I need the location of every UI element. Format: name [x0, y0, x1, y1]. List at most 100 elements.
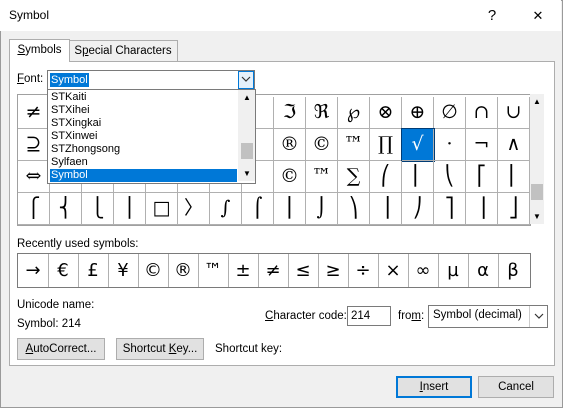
- symbol-cell[interactable]: ⎩: [82, 193, 114, 225]
- symbol-grid-scrollbar[interactable]: ▲ ▼: [530, 94, 544, 224]
- symbol-cell[interactable]: ⎝: [434, 161, 466, 193]
- recent-symbol-cell[interactable]: £: [78, 254, 109, 287]
- symbol-cell[interactable]: ⎧: [18, 193, 50, 225]
- symbol-cell[interactable]: ⎞: [338, 193, 370, 225]
- tab-special-characters[interactable]: Special Characters: [68, 40, 178, 61]
- recent-symbol-cell[interactable]: ÷: [348, 254, 379, 287]
- symbol-cell[interactable]: ∪: [498, 97, 530, 129]
- font-option[interactable]: Symbol: [50, 169, 237, 182]
- symbol-cell[interactable]: ⌡: [306, 193, 338, 225]
- font-option[interactable]: STZhongsong: [50, 143, 237, 156]
- symbol-cell[interactable]: ⎠: [402, 193, 434, 225]
- recent-symbol-cell[interactable]: ±: [228, 254, 259, 287]
- shortcut-key-button[interactable]: Shortcut Key...: [116, 338, 204, 360]
- symbol-cell[interactable]: ⎨: [50, 193, 82, 225]
- font-option[interactable]: STXinwei: [50, 130, 237, 143]
- symbol-cell[interactable]: ·: [434, 129, 466, 161]
- recent-symbol-cell[interactable]: µ: [438, 254, 469, 287]
- symbol-cell[interactable]: ®: [274, 129, 306, 161]
- recent-symbol-cell[interactable]: →: [18, 254, 49, 287]
- symbol-cell[interactable]: ⎟: [370, 193, 402, 225]
- cancel-button[interactable]: Cancel: [478, 376, 554, 398]
- symbol-cell[interactable]: ℜ: [306, 97, 338, 129]
- symbol-cell[interactable]: ⎜: [402, 161, 434, 193]
- symbol-cell[interactable]: ⊗: [370, 97, 402, 129]
- font-option[interactable]: STXingkai: [50, 117, 237, 130]
- recent-symbol-cell[interactable]: ¥: [108, 254, 139, 287]
- autocorrect-button[interactable]: AutoCorrect...: [17, 338, 105, 360]
- font-value[interactable]: Symbol: [50, 73, 89, 87]
- recent-symbol-cell[interactable]: ≤: [288, 254, 319, 287]
- symbol-cell[interactable]: ©: [274, 161, 306, 193]
- dialog-title: Symbol: [9, 8, 50, 22]
- insert-button[interactable]: Insert: [396, 376, 472, 398]
- recent-symbol-cell[interactable]: ≠: [258, 254, 289, 287]
- symbol-cell[interactable]: √: [401, 128, 435, 162]
- symbol-cell[interactable]: ⎪: [114, 193, 146, 225]
- symbol-cell[interactable]: ⎮: [274, 193, 306, 225]
- symbol-cell[interactable]: ∩: [466, 97, 498, 129]
- symbol-cell[interactable]: ⊕: [402, 97, 434, 129]
- symbol-cell[interactable]: 〉: [178, 193, 210, 225]
- character-code-input[interactable]: 214: [347, 306, 391, 326]
- chevron-down-icon[interactable]: [529, 306, 547, 327]
- font-option[interactable]: STKaiti: [50, 91, 237, 104]
- symbol-cell[interactable]: ⌠: [242, 193, 274, 225]
- symbol-cell[interactable]: ⎤: [434, 193, 466, 225]
- character-code-label: Character code:: [265, 310, 347, 322]
- scroll-down-icon[interactable]: ▼: [243, 169, 251, 178]
- scroll-thumb[interactable]: [531, 184, 543, 200]
- symbol-cell[interactable]: ⇔: [18, 161, 50, 193]
- symbol-cell[interactable]: ¬: [466, 129, 498, 161]
- symbol-cell[interactable]: ⎦: [498, 193, 530, 225]
- symbol-cell[interactable]: ⎛: [370, 161, 402, 193]
- recent-symbol-cell[interactable]: ®: [168, 254, 199, 287]
- font-dropdown-list: ▲ ▼ STKaiti STXihei STXingkai STXinwei STZho…: [47, 89, 256, 184]
- symbol-cell[interactable]: ∧: [498, 129, 530, 161]
- recent-symbol-cell[interactable]: ©: [138, 254, 169, 287]
- recent-symbol-cell[interactable]: ™: [198, 254, 229, 287]
- font-option[interactable]: Sylfaen: [50, 156, 237, 169]
- symbol-cell[interactable]: ∅: [434, 97, 466, 129]
- font-dropdown-scrollbar[interactable]: ▲ ▼: [238, 90, 255, 181]
- chevron-down-icon[interactable]: [238, 71, 254, 89]
- tab-symbols[interactable]: Symbols: [9, 39, 70, 62]
- help-button[interactable]: ?: [469, 0, 515, 31]
- from-combobox[interactable]: Symbol (decimal): [428, 305, 548, 328]
- symbol-cell[interactable]: ™: [306, 161, 338, 193]
- scroll-up-icon[interactable]: ▲: [533, 97, 541, 106]
- symbol-cell[interactable]: ∫: [210, 193, 242, 225]
- recent-symbol-cell[interactable]: ≥: [318, 254, 349, 287]
- symbol-cell[interactable]: ℑ: [274, 97, 306, 129]
- symbol-cell[interactable]: □: [146, 193, 178, 225]
- symbol-cell[interactable]: ⎡: [466, 161, 498, 193]
- symbol-cell[interactable]: ≠: [18, 97, 50, 129]
- symbol-cell[interactable]: ⎥: [466, 193, 498, 225]
- shortcut-key-label: Shortcut key:: [215, 343, 283, 355]
- recent-symbol-cell[interactable]: €: [48, 254, 79, 287]
- font-option[interactable]: STXihei: [50, 104, 237, 117]
- font-label: Font:: [17, 73, 44, 85]
- recent-symbol-cell[interactable]: β: [498, 254, 528, 287]
- symbol-cell[interactable]: ©: [306, 129, 338, 161]
- symbol-cell[interactable]: ∏: [370, 129, 402, 161]
- symbol-cell[interactable]: ∑: [338, 161, 370, 193]
- symbol-cell[interactable]: ℘: [338, 97, 370, 129]
- symbol-cell[interactable]: ⊇: [18, 129, 50, 161]
- from-value[interactable]: Symbol (decimal): [433, 309, 522, 321]
- scroll-down-icon[interactable]: ▼: [533, 212, 541, 221]
- recently-used-label: Recently used symbols:: [17, 238, 139, 250]
- font-combobox[interactable]: Symbol: [47, 70, 255, 90]
- symbol-cell[interactable]: ™: [338, 129, 370, 161]
- recently-used-symbols: → € £ ¥ © ® ™ ± ≠ ≤ ≥ ÷ × ∞ µ α β: [17, 253, 531, 288]
- scroll-thumb[interactable]: [241, 143, 253, 159]
- recent-symbol-cell[interactable]: ×: [378, 254, 409, 287]
- symbol-cell[interactable]: ⎢: [498, 161, 530, 193]
- recent-symbol-cell[interactable]: α: [468, 254, 499, 287]
- recent-symbol-cell[interactable]: ∞: [408, 254, 439, 287]
- unicode-name-value: Symbol: 214: [17, 318, 81, 330]
- unicode-name-label: Unicode name:: [17, 299, 95, 311]
- scroll-up-icon[interactable]: ▲: [243, 93, 251, 102]
- from-label: from:: [398, 310, 425, 322]
- close-button[interactable]: ✕: [515, 0, 561, 31]
